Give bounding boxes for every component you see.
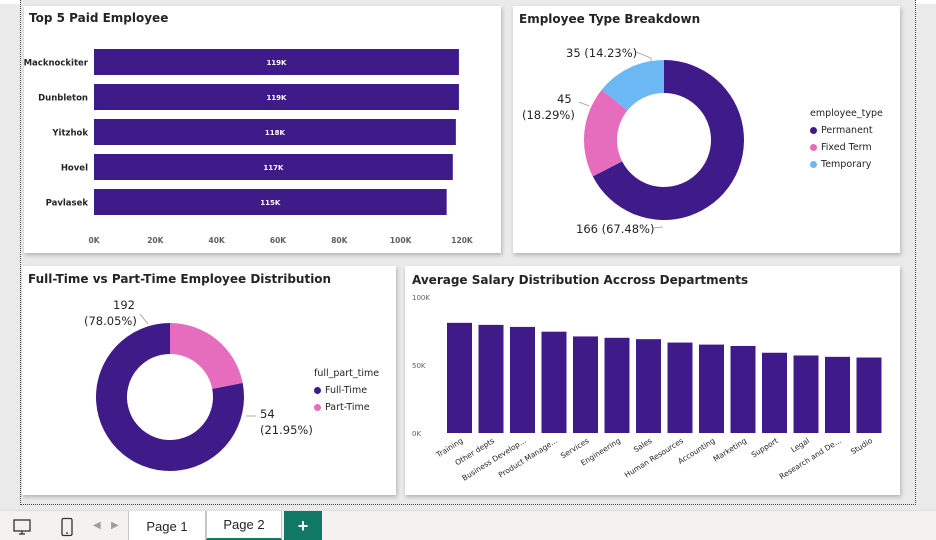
donut-slice[interactable] bbox=[170, 323, 243, 389]
legend-dot bbox=[314, 404, 321, 411]
y-tick-label: 50K bbox=[412, 362, 426, 370]
x-tick-label: 60K bbox=[270, 236, 287, 245]
add-page-button[interactable]: + bbox=[284, 511, 322, 540]
salary-card[interactable]: Average Salary Distribution Accross Depa… bbox=[405, 266, 900, 495]
legend-item-full-time[interactable]: Full-Time bbox=[314, 385, 379, 396]
salary-chart: 0K50K100KTrainingOther deptsBusiness Dev… bbox=[412, 294, 882, 483]
temporary-data-label: 35 (14.23%) bbox=[566, 46, 637, 60]
scroll-left-icon[interactable]: ◀ bbox=[93, 520, 101, 531]
category-label: Dunbleton bbox=[38, 94, 88, 104]
employee-type-legend: employee_type Permanent Fixed Term Tempo… bbox=[810, 108, 883, 176]
x-tick-label: 0K bbox=[88, 236, 100, 245]
top-paid-chart: Macknockiter 119K Dunbleton 119K Yitzhok 118K… bbox=[24, 49, 474, 245]
bar[interactable] bbox=[573, 336, 598, 433]
data-label: 117K bbox=[263, 164, 284, 172]
bar[interactable] bbox=[730, 345, 756, 433]
leader-line bbox=[139, 313, 149, 325]
bar[interactable] bbox=[825, 356, 850, 433]
tab-label: Page 2 bbox=[223, 517, 265, 532]
legend-item-fixed-term[interactable]: Fixed Term bbox=[810, 142, 883, 153]
data-label: 115K bbox=[260, 199, 281, 207]
y-tick-label: 100K bbox=[412, 294, 430, 302]
tab-page-2[interactable]: Page 2 bbox=[206, 511, 282, 540]
employee-type-card[interactable]: Employee Type Breakdown 35 (14.23%) 45 (… bbox=[513, 6, 900, 253]
category-label: Marketing bbox=[712, 436, 749, 464]
bar[interactable] bbox=[793, 355, 819, 433]
mobile-view-icon[interactable] bbox=[57, 517, 77, 537]
leader-line bbox=[635, 51, 652, 62]
data-label: 119K bbox=[266, 59, 287, 67]
part-time-data-label-pct: (21.95%) bbox=[260, 423, 313, 437]
legend-dot bbox=[810, 161, 817, 168]
full-part-card[interactable]: Full-Time vs Part-Time Employee Distribu… bbox=[22, 266, 396, 495]
legend-label: Full-Time bbox=[325, 385, 368, 396]
permanent-data-label: 166 (67.48%) bbox=[576, 222, 654, 236]
data-label: 119K bbox=[266, 94, 287, 102]
fixed-term-data-label: 45 bbox=[557, 92, 572, 106]
legend-label: Fixed Term bbox=[821, 142, 872, 153]
category-label: Legal bbox=[789, 436, 811, 454]
desktop-view-icon[interactable] bbox=[12, 517, 32, 537]
bar[interactable] bbox=[856, 357, 882, 433]
legend-dot bbox=[810, 127, 817, 134]
card-title: Top 5 Paid Employee bbox=[29, 11, 169, 25]
page-tab-bar: ◀ ▶ Page 1 Page 2 + bbox=[0, 510, 936, 540]
full-time-data-label-pct: (78.05%) bbox=[84, 314, 137, 328]
bar[interactable] bbox=[447, 322, 472, 433]
x-tick-label: 120K bbox=[451, 236, 474, 245]
category-label: Hovel bbox=[61, 164, 88, 174]
legend-title: full_part_time bbox=[314, 368, 380, 379]
category-label: Support bbox=[750, 436, 780, 459]
scroll-right-icon[interactable]: ▶ bbox=[111, 520, 119, 531]
full-part-legend: full_part_time Full-Time Part-Time bbox=[314, 368, 379, 419]
bar[interactable] bbox=[667, 342, 693, 433]
legend-dot bbox=[810, 144, 817, 151]
legend-label: Temporary bbox=[821, 159, 872, 170]
y-tick-label: 0K bbox=[412, 430, 421, 438]
leader-line bbox=[652, 226, 664, 229]
bar[interactable] bbox=[762, 352, 787, 433]
x-tick-label: 80K bbox=[331, 236, 348, 245]
category-label: Sales bbox=[632, 436, 654, 454]
legend-dot bbox=[314, 387, 321, 394]
plus-icon: + bbox=[297, 515, 309, 536]
legend-label: Part-Time bbox=[325, 402, 370, 413]
x-tick-label: 20K bbox=[147, 236, 164, 245]
category-label: Pavlasek bbox=[46, 199, 89, 209]
tab-label: Page 1 bbox=[146, 518, 188, 534]
legend-item-permanent[interactable]: Permanent bbox=[810, 125, 883, 136]
legend-item-temporary[interactable]: Temporary bbox=[810, 159, 883, 170]
x-tick-label: 100K bbox=[390, 236, 413, 245]
category-label: Product Manage... bbox=[497, 436, 559, 480]
tab-page-1[interactable]: Page 1 bbox=[128, 511, 206, 540]
legend-item-part-time[interactable]: Part-Time bbox=[314, 402, 379, 413]
data-label: 118K bbox=[265, 129, 286, 137]
legend-title: employee_type bbox=[810, 108, 883, 119]
x-tick-label: 40K bbox=[209, 236, 226, 245]
bar[interactable] bbox=[604, 337, 630, 433]
bar[interactable] bbox=[478, 324, 504, 433]
fixed-term-data-label-pct: (18.29%) bbox=[522, 108, 575, 122]
bar[interactable] bbox=[510, 326, 535, 433]
bar[interactable] bbox=[541, 331, 567, 433]
leader-line bbox=[578, 101, 590, 107]
category-label: Studio bbox=[849, 436, 874, 457]
bar[interactable] bbox=[699, 344, 724, 433]
category-label: Yitzhok bbox=[51, 129, 88, 139]
category-label: Macknockiter bbox=[24, 59, 89, 69]
full-time-data-label: 192 bbox=[113, 298, 135, 312]
top-paid-card[interactable]: Top 5 Paid Employee Macknockiter 119K Dunb… bbox=[24, 6, 501, 253]
bar[interactable] bbox=[636, 339, 661, 433]
legend-label: Permanent bbox=[821, 125, 873, 136]
part-time-data-label: 54 bbox=[260, 407, 275, 421]
